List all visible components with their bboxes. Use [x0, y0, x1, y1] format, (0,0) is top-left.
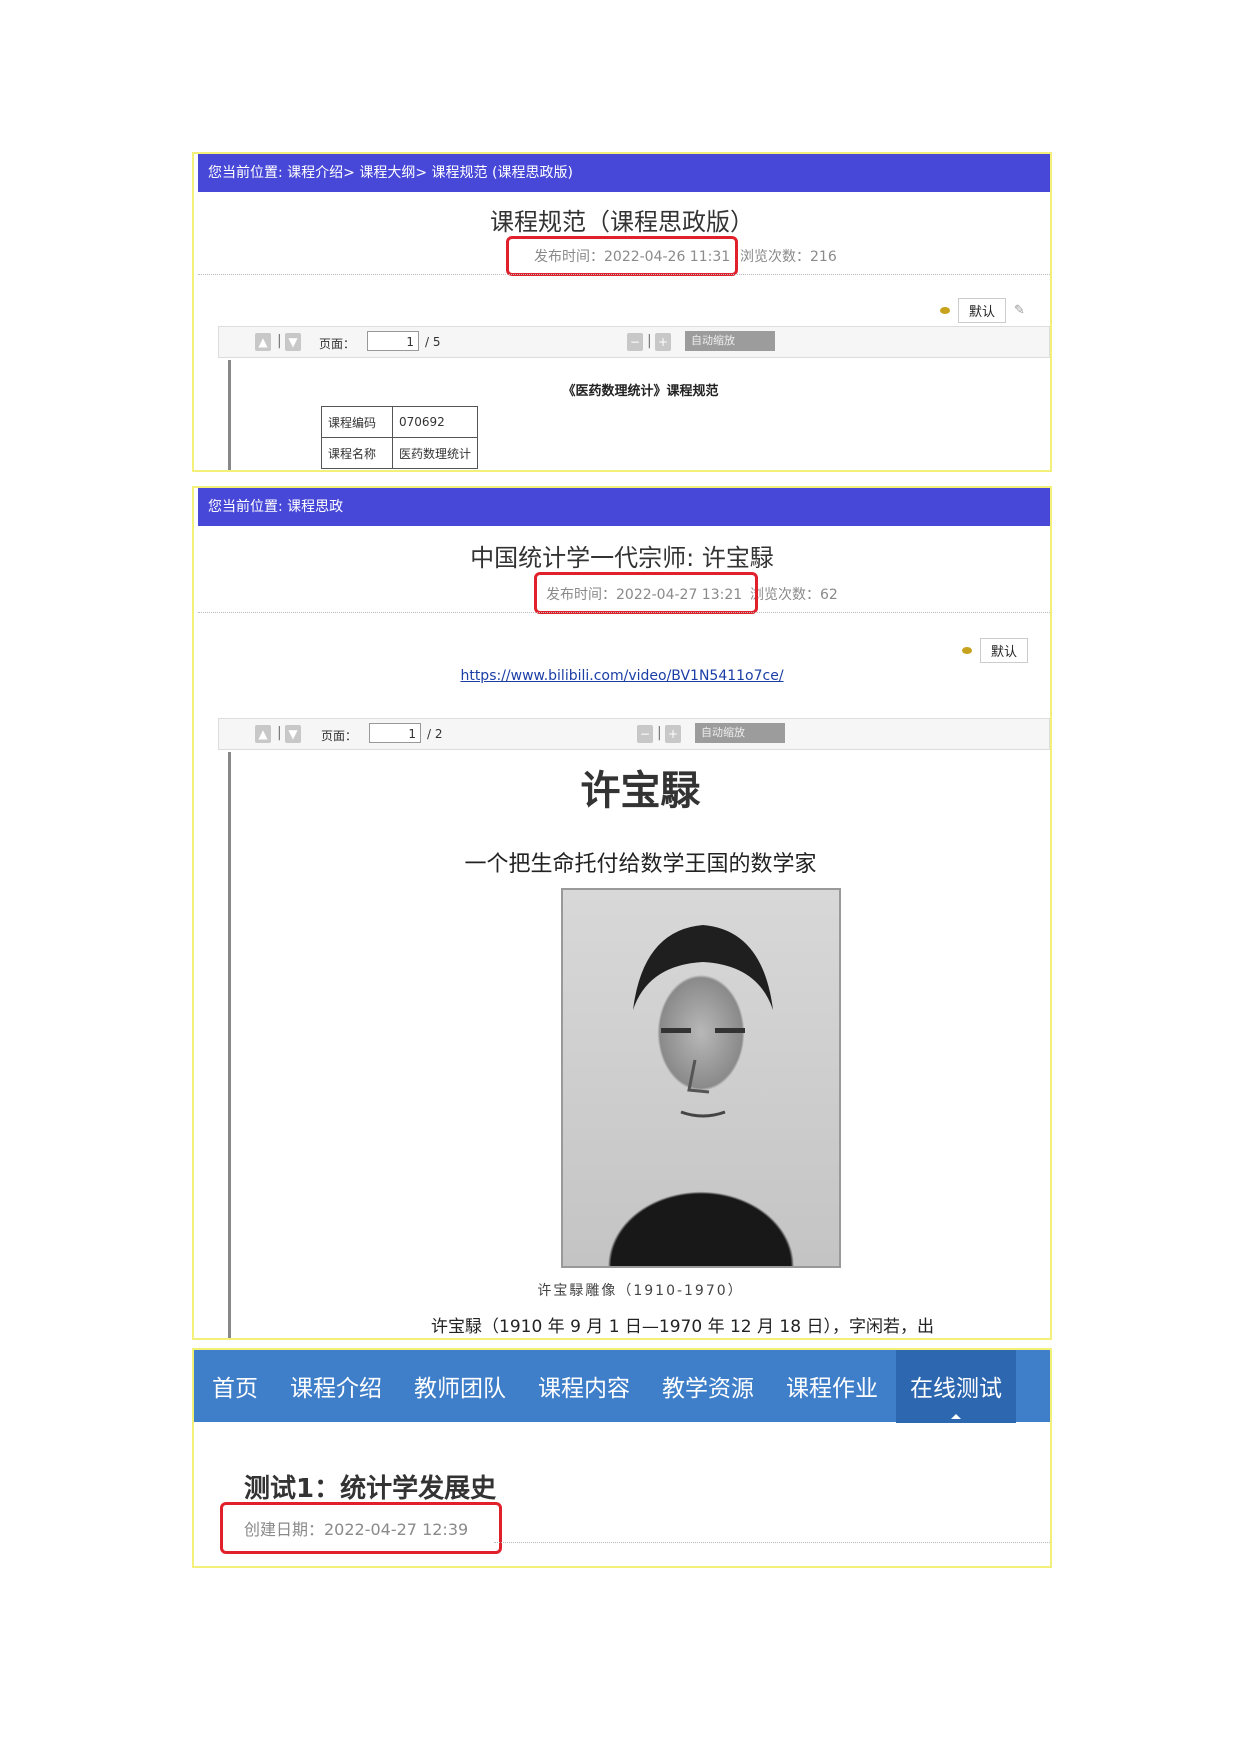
table-row: 课程名称 医药数理统计 [321, 437, 479, 469]
doc-heading: 许宝騄 [580, 768, 701, 814]
zoom-select[interactable]: 自动缩放 [695, 723, 785, 743]
page-label: 页面： [319, 337, 356, 351]
doc-body: 许宝騄（1910 年 9 月 1 日—1970 年 12 月 18 日），字闲若… [431, 1317, 934, 1337]
page-total: / 2 [427, 727, 443, 741]
divider [198, 274, 1050, 275]
nav-teachers[interactable]: 教师团队 [414, 1369, 506, 1403]
zoom-out-icon[interactable]: − [637, 725, 653, 743]
table-row: 课程编码 070692 [321, 406, 479, 438]
doc-title: 《医药数理统计》课程规范 [562, 384, 719, 399]
screenshot-ideology-article: 您当前位置: 课程思政 中国统计学一代宗师: 许宝騄 发布时间：2022-04-… [192, 486, 1052, 1340]
active-caret-icon [951, 1414, 961, 1419]
style-default-option[interactable]: 默认 [958, 298, 1007, 323]
pdf-viewer[interactable]: 许宝騄 一个把生命托付给数学王国的数学家 许宝騄雕像（1910-1970） 许宝… [228, 752, 1050, 1338]
page-up-icon[interactable]: ▲ [255, 333, 271, 351]
edit-pen-icon[interactable]: ✎ [1014, 303, 1025, 318]
zoom-out-icon[interactable]: − [627, 333, 643, 351]
zoom-in-icon[interactable]: + [665, 725, 681, 743]
highlight-box [506, 236, 738, 276]
view-count: 浏览次数：62 [750, 587, 838, 603]
screenshot-course-spec: 您当前位置: 课程介绍> 课程大纲> 课程规范 (课程思政版) 课程规范（课程思… [192, 152, 1052, 472]
page-total: / 5 [425, 335, 441, 349]
nav-home[interactable]: 首页 [212, 1369, 258, 1403]
main-nav: 首页 课程介绍 教师团队 课程内容 教学资源 课程作业 在线测试 [194, 1350, 1050, 1423]
highlight-box [220, 1502, 502, 1554]
page-number-input[interactable]: 1 [369, 723, 421, 743]
style-dot-icon [962, 647, 972, 654]
breadcrumb: 您当前位置: 课程思政 [198, 488, 1050, 526]
video-link[interactable]: https://www.bilibili.com/video/BV1N5411o… [194, 668, 1050, 684]
page-number-input[interactable]: 1 [367, 331, 419, 351]
table-value: 070692 [391, 406, 479, 438]
photo-caption: 许宝騄雕像（1910-1970） [537, 1283, 744, 1299]
view-count: 浏览次数：216 [740, 249, 837, 265]
nav-resources[interactable]: 教学资源 [662, 1369, 754, 1403]
doc-subtitle: 一个把生命托付给数学王国的数学家 [464, 852, 817, 877]
nav-homework[interactable]: 课程作业 [786, 1369, 878, 1403]
page-title: 中国统计学一代宗师: 许宝騄 [470, 544, 774, 572]
nav-course-content[interactable]: 课程内容 [538, 1369, 630, 1403]
page-up-icon[interactable]: ▲ [255, 725, 271, 743]
test-title[interactable]: 测试1：统计学发展史 [244, 1468, 496, 1505]
style-selector[interactable]: 默认 [962, 638, 1029, 663]
table-key: 课程编码 [321, 406, 393, 438]
style-default-option[interactable]: 默认 [980, 638, 1029, 663]
pdf-toolbar: ▲ | ▼ 页面： 1 / 5 − | + 自动缩放 [218, 326, 1050, 358]
page-down-icon[interactable]: ▼ [285, 333, 301, 351]
nav-course-intro[interactable]: 课程介绍 [290, 1369, 382, 1403]
pdf-toolbar: ▲ | ▼ 页面： 1 / 2 − | + 自动缩放 [218, 718, 1050, 750]
nav-online-test-label: 在线测试 [910, 1376, 1002, 1402]
page-title: 课程规范（课程思政版） [490, 208, 754, 236]
breadcrumb: 您当前位置: 课程介绍> 课程大纲> 课程规范 (课程思政版) [198, 154, 1050, 192]
zoom-select[interactable]: 自动缩放 [685, 331, 775, 351]
screenshot-online-test: 首页 课程介绍 教师团队 课程内容 教学资源 课程作业 在线测试 测试1：统计学… [192, 1348, 1052, 1568]
course-info-table: 课程编码 070692 课程名称 医药数理统计 [321, 406, 479, 469]
table-key: 课程名称 [321, 437, 393, 469]
table-value: 医药数理统计 [391, 437, 479, 469]
divider [494, 1542, 1050, 1543]
pdf-viewer[interactable]: 《医药数理统计》课程规范 课程编码 070692 课程名称 医药数理统计 [228, 360, 1050, 470]
highlight-box [534, 572, 758, 614]
page-down-icon[interactable]: ▼ [285, 725, 301, 743]
page-label: 页面： [321, 729, 358, 743]
style-dot-icon [940, 307, 950, 314]
divider [198, 612, 1050, 613]
style-selector[interactable]: 默认 ✎ [940, 298, 1025, 323]
portrait-photo [561, 888, 841, 1268]
nav-online-test[interactable]: 在线测试 [896, 1350, 1016, 1423]
zoom-in-icon[interactable]: + [655, 333, 671, 351]
